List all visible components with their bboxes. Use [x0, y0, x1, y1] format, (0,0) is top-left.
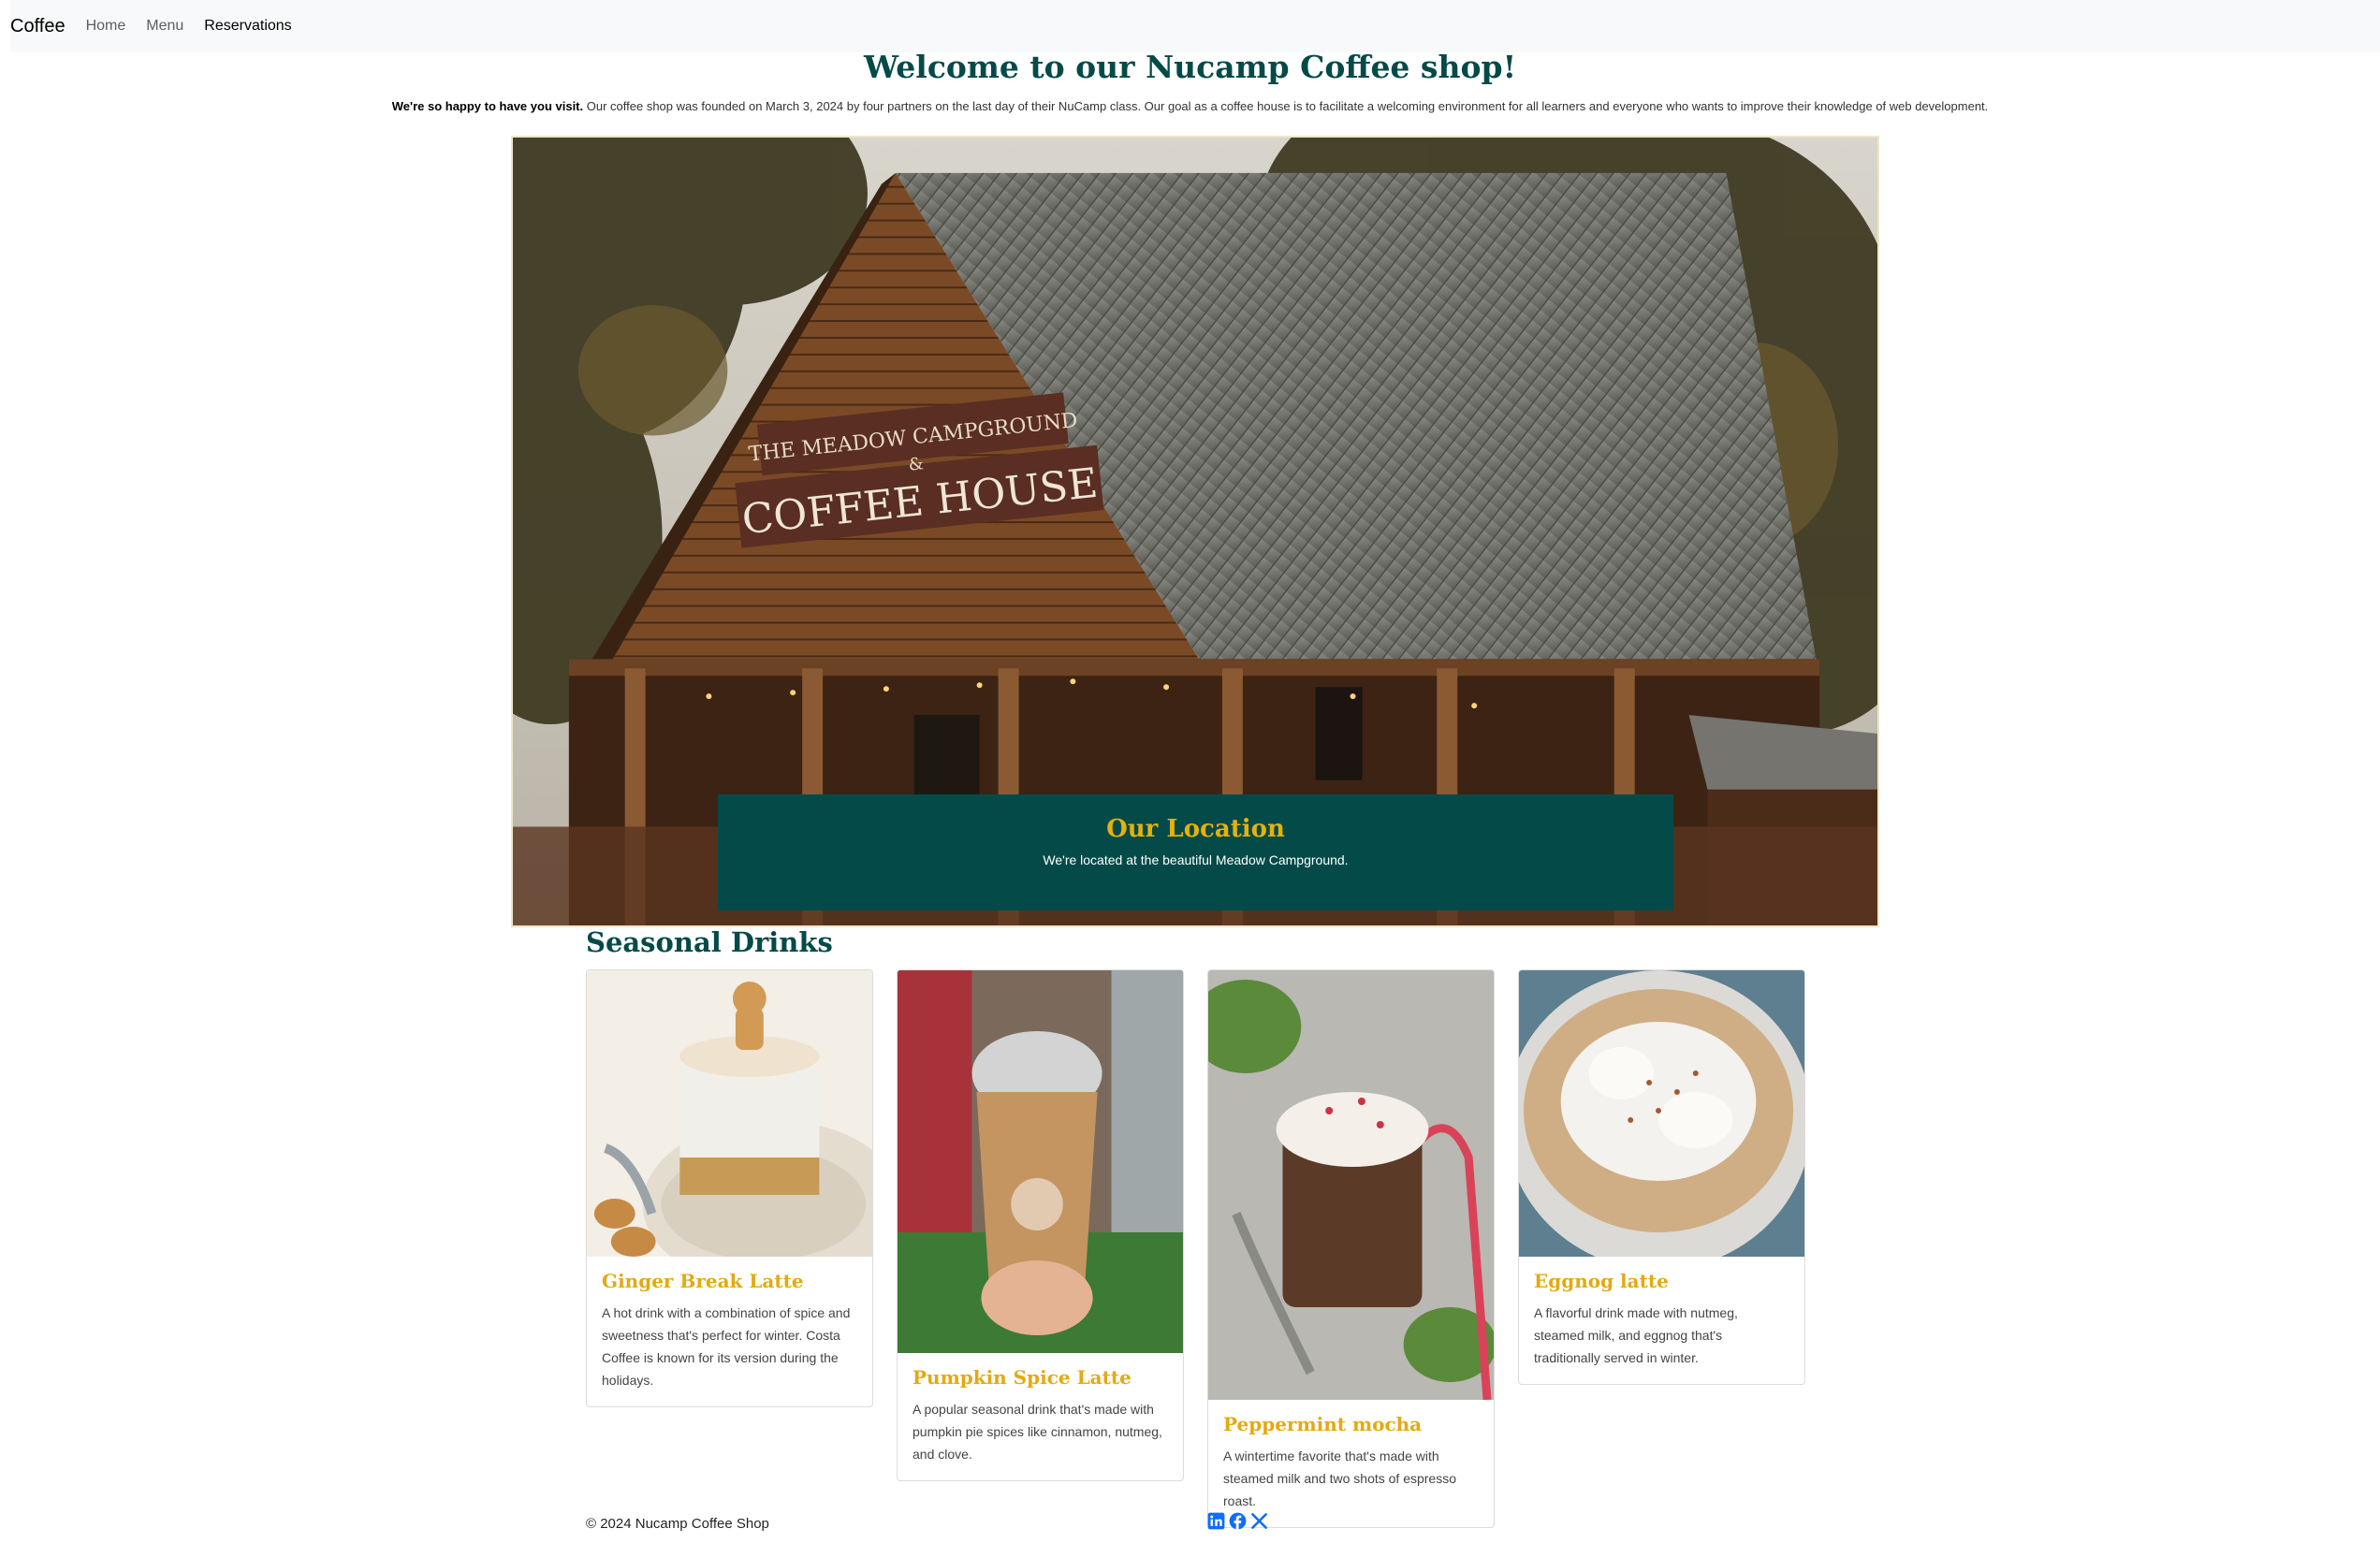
pumpkin-latte-image	[898, 970, 1183, 1353]
seasonal-drinks-title: Seasonal Drinks	[586, 926, 833, 958]
nav-link-menu[interactable]: Menu	[146, 18, 183, 35]
card-body: Peppermint mocha A wintertime favorite t…	[1208, 1400, 1494, 1527]
location-caption: Our Location We're located at the beauti…	[718, 794, 1673, 910]
intro-paragraph: We're so happy to have you visit. Our co…	[0, 99, 2380, 113]
card-body: Pumpkin Spice Latte A popular seasonal d…	[898, 1353, 1183, 1480]
card-body: Eggnog latte A flavorful drink made with…	[1519, 1257, 1804, 1384]
facebook-icon[interactable]	[1229, 1512, 1247, 1530]
drink-card-peppermint-mocha[interactable]: Peppermint mocha A wintertime favorite t…	[1207, 969, 1495, 1528]
intro-bold: We're so happy to have you visit.	[391, 99, 584, 113]
social-links	[1207, 1512, 1268, 1530]
card-title: Eggnog latte	[1534, 1270, 1669, 1292]
eggnog-latte-image	[1519, 970, 1804, 1257]
page-title: Welcome to our Nucamp Coffee shop!	[863, 49, 1517, 85]
card-body: Ginger Break Latte A hot drink with a co…	[587, 1257, 872, 1406]
card-title: Ginger Break Latte	[602, 1270, 804, 1292]
hero-image: THE MEADOW CAMPGROUND & COFFEE HOUSE Our…	[511, 136, 1879, 927]
card-title: Pumpkin Spice Latte	[913, 1366, 1132, 1389]
intro-text: Our coffee shop was founded on March 3, …	[583, 99, 1989, 113]
location-caption-text: We're located at the beautiful Meadow Ca…	[1043, 852, 1349, 867]
navbar-brand[interactable]: Coffee	[10, 16, 66, 37]
location-caption-title: Our Location	[1106, 815, 1285, 843]
card-text: A hot drink with a combination of spice …	[602, 1305, 851, 1388]
card-text: A popular seasonal drink that's made wit…	[913, 1402, 1162, 1462]
linkedin-icon[interactable]	[1207, 1512, 1225, 1530]
nav-link-home[interactable]: Home	[86, 18, 126, 35]
drink-card-pumpkin-spice-latte[interactable]: Pumpkin Spice Latte A popular seasonal d…	[897, 969, 1184, 1481]
ginger-latte-image	[587, 970, 872, 1257]
footer-copyright: © 2024 Nucamp Coffee Shop	[586, 1516, 769, 1532]
card-title: Peppermint mocha	[1223, 1413, 1423, 1435]
drink-card-ginger-break-latte[interactable]: Ginger Break Latte A hot drink with a co…	[586, 969, 873, 1407]
card-text: A wintertime favorite that's made with s…	[1223, 1448, 1457, 1508]
x-icon[interactable]	[1250, 1512, 1268, 1530]
peppermint-mocha-image	[1208, 970, 1494, 1400]
drink-card-eggnog-latte[interactable]: Eggnog latte A flavorful drink made with…	[1518, 969, 1805, 1385]
nav-link-reservations[interactable]: Reservations	[204, 18, 291, 35]
card-text: A flavorful drink made with nutmeg, stea…	[1534, 1305, 1738, 1365]
sign-line-2: &	[908, 454, 925, 475]
navbar: Coffee Home Menu Reservations	[10, 0, 2380, 52]
